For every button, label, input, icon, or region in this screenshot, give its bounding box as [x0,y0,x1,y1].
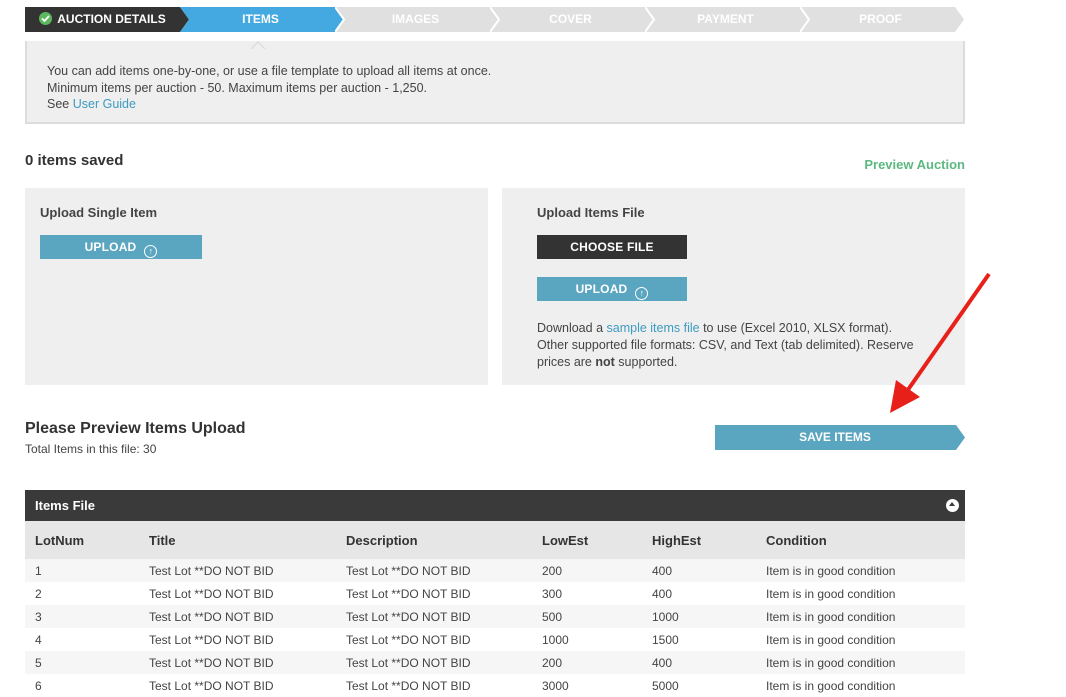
table-cell: Test Lot **DO NOT BID [336,605,532,628]
upload-single-button[interactable]: UPLOAD ↑ [40,235,202,259]
table-row: 5 Test Lot **DO NOT BID Test Lot **DO NO… [25,651,965,674]
info-text: You can add items one-by-one, or use a f… [47,63,491,113]
table-cell: 1000 [532,628,642,651]
table-cell: Item is in good condition [756,559,965,582]
step-images[interactable]: IMAGES [335,7,502,32]
table-cell: 5 [25,651,139,674]
step-label-wrap: AUCTION DETAILS [25,7,180,32]
sample-items-file-link[interactable]: sample items file [607,321,700,335]
preview-title: Please Preview Items Upload [25,420,246,437]
table-cell: 300 [532,582,642,605]
upload-single-title: Upload Single Item [40,205,158,220]
table-cell: 400 [642,559,756,582]
table-cell: 3 [25,605,139,628]
step-cover[interactable]: COVER [490,7,657,32]
see-text: See [47,97,70,111]
upload-file-title: Upload Items File [537,205,645,220]
info-line-2: Minimum items per auction - 50. Maximum … [47,80,427,95]
save-items-label: SAVE ITEMS [799,430,871,444]
table-cell: 1 [25,559,139,582]
step-label: COVER [549,12,592,26]
table-cell: Item is in good condition [756,605,965,628]
upload-arrow-icon: ↑ [635,287,649,300]
step-payment[interactable]: PAYMENT [645,7,812,32]
upload-label: UPLOAD [575,282,628,296]
table-cell: Test Lot **DO NOT BID [139,605,336,628]
items-file-title: Items File [35,498,95,513]
items-file-header: Items File [25,490,965,521]
items-table: LotNum Title Description LowEst HighEst … [25,521,965,697]
preview-total: Total Items in this file: 30 [25,442,157,456]
column-header: HighEst [642,521,756,559]
table-cell: 1500 [642,628,756,651]
table-cell: 400 [642,582,756,605]
column-header: Description [336,521,532,559]
table-cell: Test Lot **DO NOT BID [336,582,532,605]
supported-text: supported. [618,355,678,369]
info-line-3: See User Guide [47,96,491,113]
table-cell: Test Lot **DO NOT BID [336,628,532,651]
table-row: 2 Test Lot **DO NOT BID Test Lot **DO NO… [25,582,965,605]
table-cell: Test Lot **DO NOT BID [139,559,336,582]
column-header: LowEst [532,521,642,559]
table-cell: Test Lot **DO NOT BID [139,582,336,605]
table-cell: Test Lot **DO NOT BID [336,651,532,674]
formats-text: Other supported file formats: CSV, and T… [537,338,914,369]
upload-arrow-icon: ↑ [144,245,158,258]
dl-prefix: Download a [537,321,604,335]
step-label: IMAGES [391,12,440,26]
column-header: LotNum [25,521,139,559]
table-row: 1 Test Lot **DO NOT BID Test Lot **DO NO… [25,559,965,582]
step-auction-details[interactable]: AUCTION DETAILS [25,7,192,32]
table-cell: Test Lot **DO NOT BID [139,651,336,674]
step-label: PAYMENT [697,12,754,26]
table-cell: 500 [532,605,642,628]
table-cell: 4 [25,628,139,651]
table-row: 4 Test Lot **DO NOT BID Test Lot **DO NO… [25,628,965,651]
table-cell: Test Lot **DO NOT BID [139,628,336,651]
dl-suffix: to use (Excel 2010, XLSX format). [703,321,893,335]
info-box: You can add items one-by-one, or use a f… [25,41,965,124]
check-icon [39,12,53,25]
upload-file-button[interactable]: UPLOAD ↑ [537,277,687,301]
info-caret [250,41,266,49]
not-text: not [595,355,615,369]
table-cell: 2 [25,582,139,605]
step-items[interactable]: ITEMS [180,7,347,32]
items-saved-count: 0 items saved [25,152,124,169]
table-cell: Test Lot **DO NOT BID [336,559,532,582]
table-cell: Item is in good condition [756,582,965,605]
table-row: 3 Test Lot **DO NOT BID Test Lot **DO NO… [25,605,965,628]
red-arrow-annotation [890,272,991,413]
column-header: Condition [756,521,965,559]
choose-file-button[interactable]: CHOOSE FILE [537,235,687,259]
table-cell: Item is in good condition [756,651,965,674]
preview-auction-link[interactable]: Preview Auction [864,157,965,172]
column-header: Title [139,521,336,559]
user-guide-link[interactable]: User Guide [73,97,136,111]
upload-single-panel: Upload Single Item UPLOAD ↑ [25,188,488,385]
save-items-button[interactable]: SAVE ITEMS [715,425,965,450]
progress-steps: AUCTION DETAILS ITEMS IMAGES COVER PAYME… [25,7,975,32]
step-proof[interactable]: PROOF [800,7,967,32]
table-cell: 400 [642,651,756,674]
step-label: ITEMS [242,12,279,26]
step-label: PROOF [859,12,902,26]
upload-label: UPLOAD [84,240,137,254]
table-cell: 200 [532,559,642,582]
table-cell: 1000 [642,605,756,628]
collapse-icon[interactable] [946,499,959,512]
table-cell: Item is in good condition [756,628,965,651]
table-header-row: LotNum Title Description LowEst HighEst … [25,521,965,559]
table-cell: 200 [532,651,642,674]
info-line-1: You can add items one-by-one, or use a f… [47,64,492,78]
download-instructions: Download a sample items file to use (Exc… [537,320,937,371]
step-label: AUCTION DETAILS [57,12,166,26]
